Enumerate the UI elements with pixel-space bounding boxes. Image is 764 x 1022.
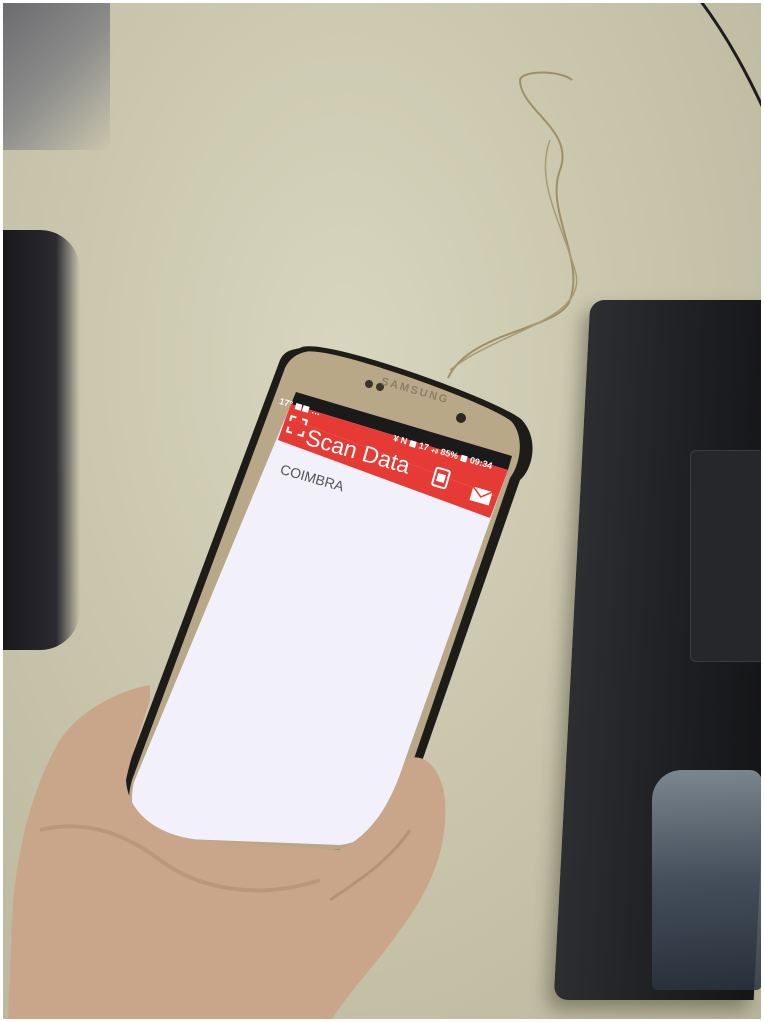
scanned-value: COIMBRA: [278, 461, 346, 495]
photo-scene: SAMSUNG 17° ◼◼ … ¥ N ◼ 17 ₊ᵢₗ 85% ◼ 09:3…: [0, 0, 764, 1022]
earpiece: [365, 380, 373, 388]
mail-icon[interactable]: [468, 485, 494, 506]
dark-fabric-left: [0, 230, 80, 650]
front-camera-icon: [456, 413, 466, 423]
background-object-topleft: [0, 0, 110, 150]
status-bar-left: 17° ◼◼ …: [278, 396, 322, 418]
scan-frame-icon[interactable]: [285, 414, 310, 439]
brand-logo: SAMSUNG: [379, 375, 451, 407]
laptop-sticker: [652, 770, 762, 990]
laptop-touchpad: [690, 450, 764, 662]
document-icon[interactable]: [429, 465, 452, 491]
